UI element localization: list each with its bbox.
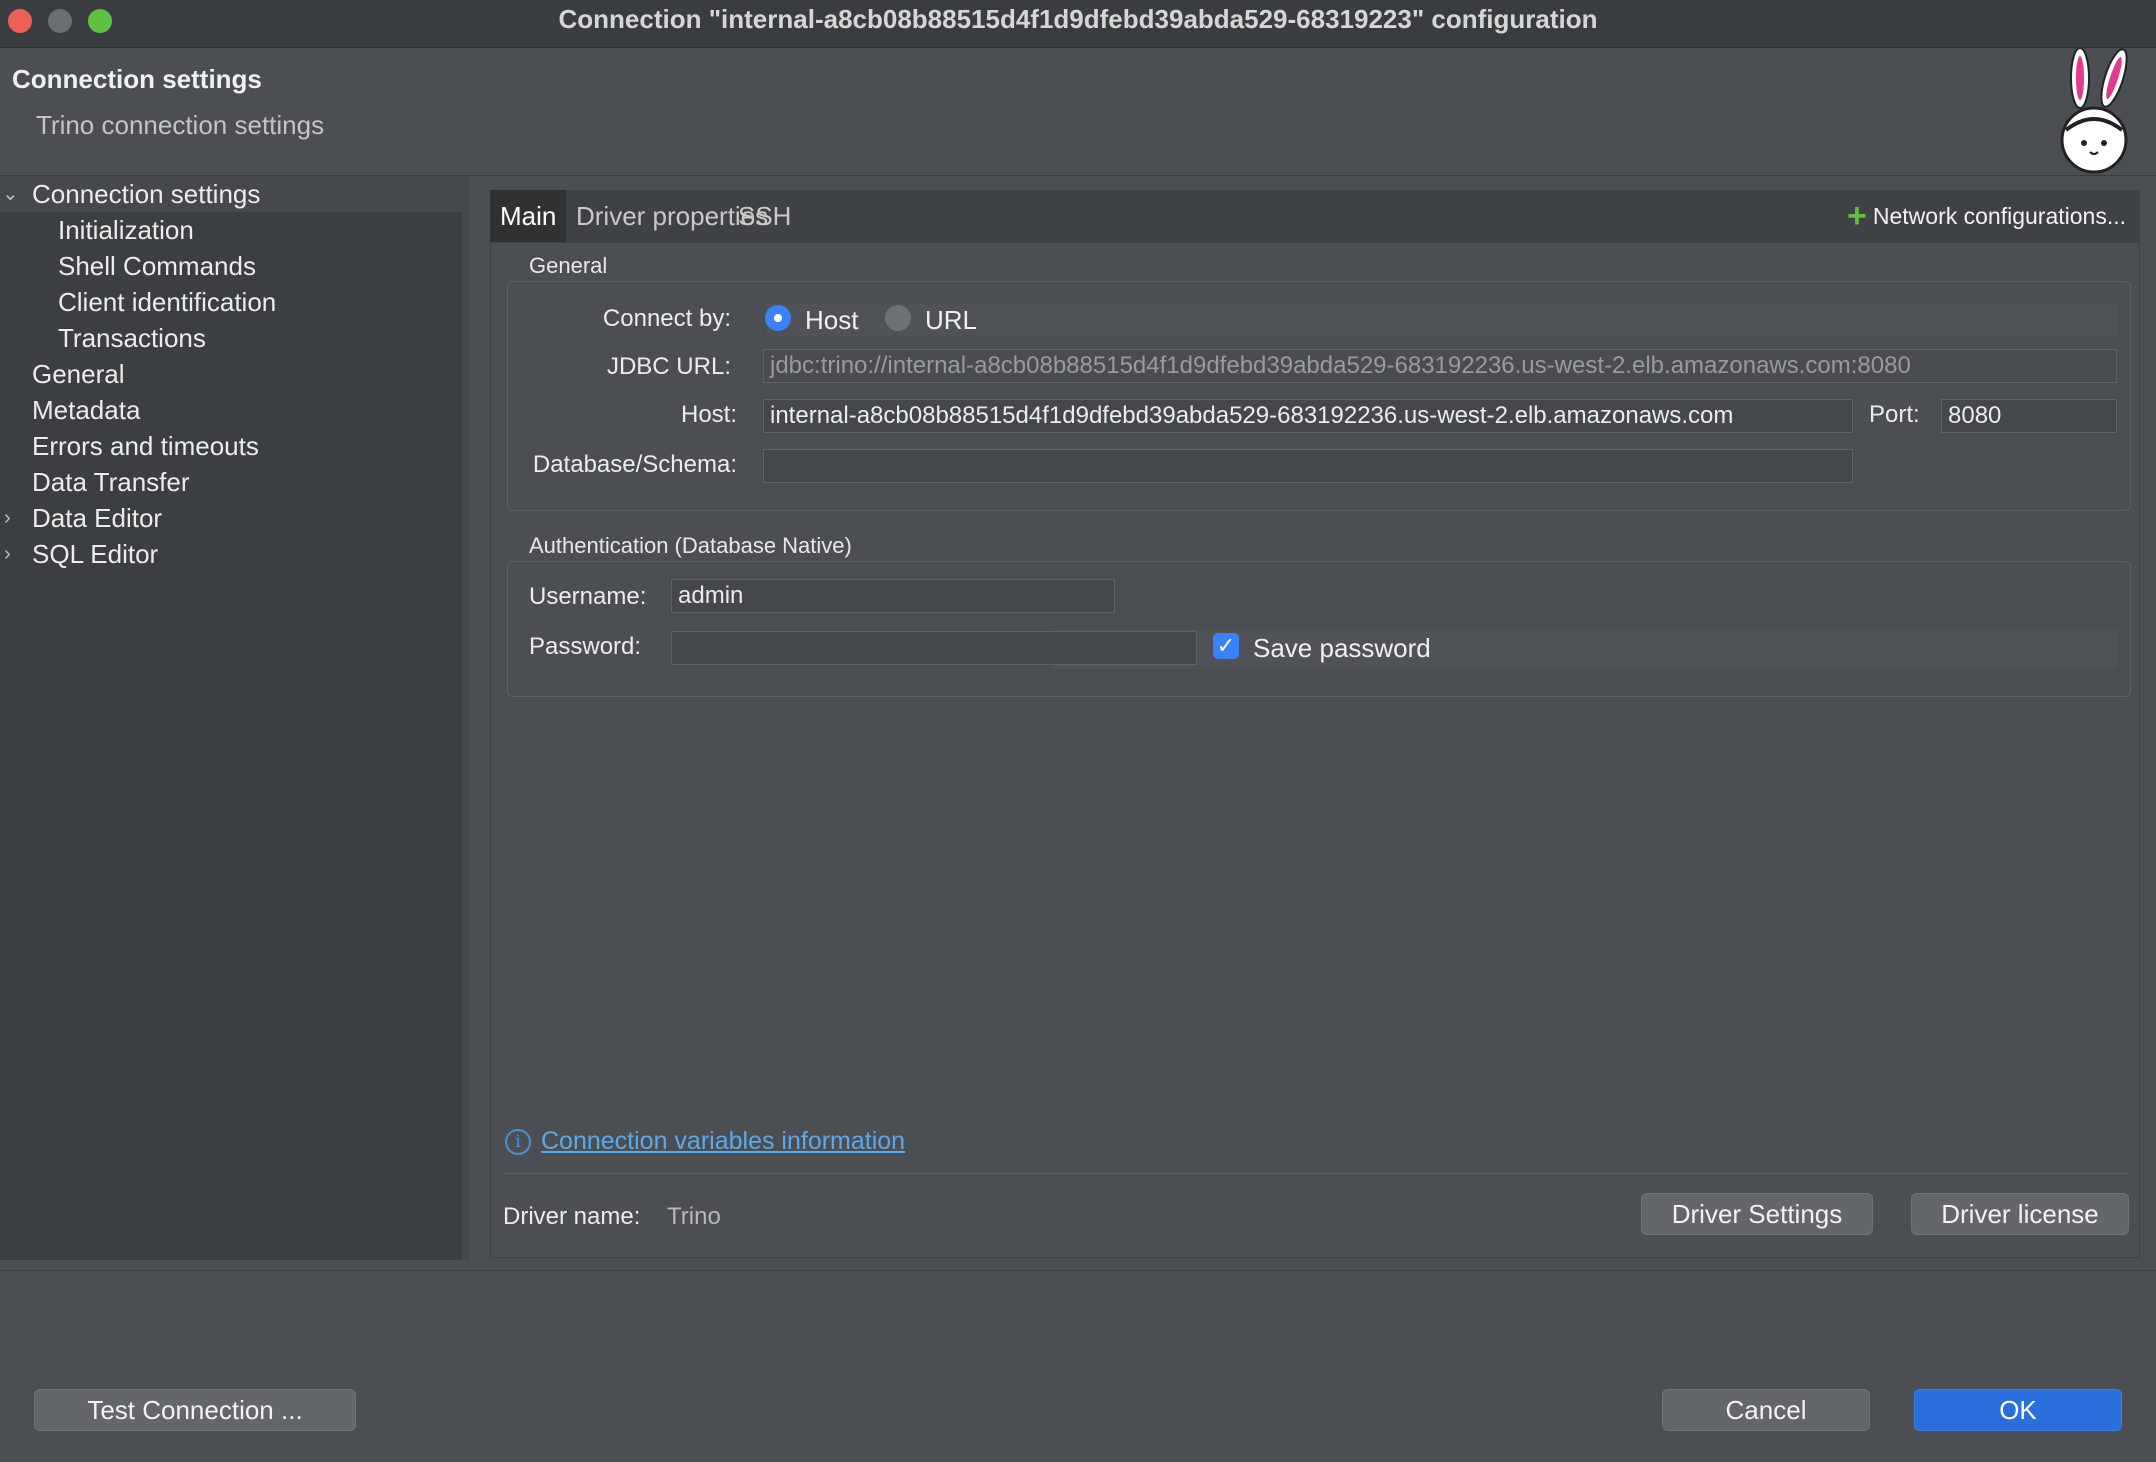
tab-bar: Main Driver properties SSH + Network conf… [490,190,2140,242]
database-schema-field[interactable] [763,449,1853,483]
password-label: Password: [529,633,642,660]
driver-settings-button[interactable]: Driver Settings [1641,1193,1873,1235]
tree-item-transactions[interactable]: Transactions [58,320,206,356]
tree-item-errors-and-timeouts[interactable]: Errors and timeouts [32,428,259,464]
connect-by-url-label[interactable]: URL [925,305,977,336]
header-subtitle: Trino connection settings [36,110,325,140]
connect-by-label: Connect by: [602,305,731,332]
driver-license-button[interactable]: Driver license [1911,1193,2129,1235]
window-title: Connection "internal-a8cb08b88515d4f1d9d… [558,4,1598,34]
host-field[interactable]: internal-a8cb08b88515d4f1d9dfebd39abda52… [763,399,1853,433]
dialog-header: Connection settings Trino connection set… [0,48,2156,176]
tree-item-client-identification[interactable]: Client identification [58,284,276,320]
tree-item-metadata[interactable]: Metadata [32,392,140,428]
tab-ssh[interactable]: SSH [728,190,801,242]
settings-content: Main Driver properties SSH + Network conf… [488,190,2148,1258]
database-schema-label: Database/Schema: [532,451,737,478]
username-field[interactable]: admin [671,579,1115,613]
plus-icon: + [1847,197,1867,235]
port-label: Port: [1869,401,1920,428]
jdbc-url-field[interactable]: jdbc:trino://internal-a8cb08b88515d4f1d9… [763,349,2117,383]
host-label: Host: [680,401,737,428]
main-tab-panel: General Connect by: Host URL JDBC URL: j… [490,242,2140,1258]
connect-by-url-radio[interactable] [885,305,911,331]
title-bar: Connection "internal-a8cb08b88515d4f1d9d… [0,0,2156,48]
tree-item-label: Connection settings [32,179,261,209]
info-icon: i [505,1129,531,1155]
chevron-right-icon[interactable]: › [4,500,11,536]
divider [503,1173,2129,1174]
tree-item-data-editor[interactable]: › Data Editor [0,500,162,536]
tree-item-label: Data Editor [32,503,163,533]
password-field[interactable] [671,631,1197,665]
ok-button[interactable]: OK [1914,1389,2122,1431]
network-configurations-label: Network configurations... [1872,203,2126,229]
driver-name-value: Trino [667,1203,721,1230]
dbeaver-mascot-icon [2060,48,2128,174]
test-connection-button[interactable]: Test Connection ... [34,1389,356,1431]
port-field[interactable]: 8080 [1941,399,2117,433]
tab-main[interactable]: Main [490,190,567,242]
auth-group-label: Authentication (Database Native) [529,533,852,558]
network-configurations-button[interactable]: + Network configurations... [1847,190,2126,242]
save-password-checkbox[interactable]: ✓ [1213,633,1239,659]
connect-by-host-radio[interactable] [765,305,791,331]
header-title: Connection settings [12,64,262,94]
username-label: Username: [529,583,647,610]
chevron-right-icon[interactable]: › [4,536,11,572]
tree-item-sql-editor[interactable]: › SQL Editor [0,536,158,572]
connection-variables-link[interactable]: Connection variables information [541,1127,905,1156]
general-group-label: General [529,253,608,278]
tree-item-initialization[interactable]: Initialization [58,212,194,248]
tree-item-general[interactable]: General [32,356,125,392]
save-password-label[interactable]: Save password [1253,633,1431,664]
tree-item-label: SQL Editor [32,539,159,569]
dialog-footer: Test Connection ... Cancel OK [0,1270,2156,1462]
cancel-button[interactable]: Cancel [1662,1389,1870,1431]
tree-item-shell-commands[interactable]: Shell Commands [58,248,256,284]
settings-tree: ⌄ Connection settings Initialization She… [0,176,470,1260]
jdbc-url-label: JDBC URL: [606,353,731,380]
tree-item-connection-settings[interactable]: ⌄ Connection settings [0,176,462,212]
connect-by-host-label[interactable]: Host [805,305,858,336]
tree-item-data-transfer[interactable]: Data Transfer [32,464,190,500]
save-password-row [1051,629,2117,669]
chevron-down-icon[interactable]: ⌄ [2,176,19,212]
